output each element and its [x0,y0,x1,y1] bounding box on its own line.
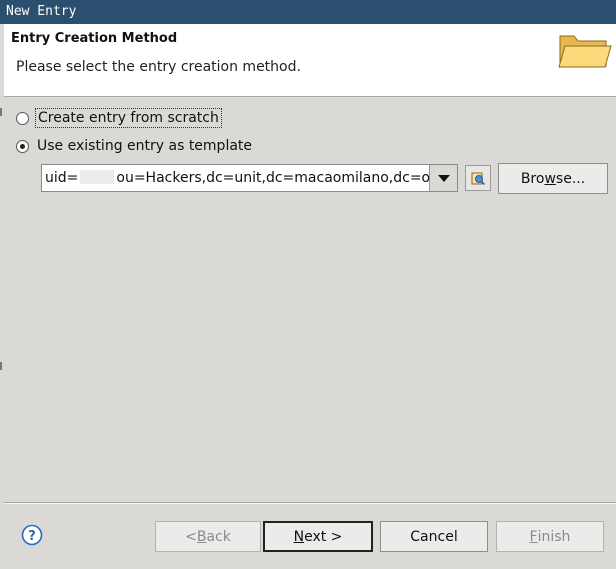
browse-label-mnemonic: w [544,170,556,187]
cancel-label: Cancel [410,528,458,545]
wizard-header: Entry Creation Method Please select the … [4,24,616,97]
back-label-mnemonic: B [196,528,207,545]
svg-text:?: ? [28,529,36,544]
chevron-down-icon [437,174,450,182]
create-from-scratch-radio[interactable] [16,111,29,125]
back-label-post: ack [206,528,231,545]
create-from-scratch-label[interactable]: Create entry from scratch [35,108,222,128]
use-template-label[interactable]: Use existing entry as template [35,137,254,155]
redacted-uid [80,170,115,184]
template-entry-input[interactable]: uid= ou=Hackers,dc=unit,dc=macaomilano,dc… [42,165,429,191]
next-label-mnemonic: N [293,528,305,545]
next-button[interactable]: Next > [263,521,373,552]
finish-button[interactable]: Finish [496,521,604,552]
browse-button[interactable]: Bro w se... [498,163,608,194]
window-title: New Entry [6,4,77,19]
wizard-dialog: Entry Creation Method Please select the … [4,24,616,569]
edge-mark [0,108,2,116]
finish-label-post: inish [537,528,571,545]
next-label-post: ext > [304,528,343,545]
template-dn-prefix: uid= [45,170,79,186]
footer-separator [4,502,616,504]
template-dropdown-button[interactable] [429,165,457,191]
template-entry-combo[interactable]: uid= ou=Hackers,dc=unit,dc=macaomilano,dc… [41,164,458,192]
create-from-scratch-option[interactable]: Create entry from scratch [16,107,222,129]
dn-picker-icon [471,172,486,186]
folder-icon [558,35,612,68]
window-titlebar: New Entry [0,0,616,24]
edge-mark [0,362,2,370]
browse-label-post: se... [555,170,586,187]
page-description: Please select the entry creation method. [16,59,301,75]
page-title: Entry Creation Method [11,31,178,46]
cancel-button[interactable]: Cancel [380,521,488,552]
dn-picker-button[interactable] [465,165,491,191]
finish-label-mnemonic: F [529,528,538,545]
use-template-option[interactable]: Use existing entry as template [16,135,254,157]
back-button[interactable]: < Back [155,521,261,552]
browse-label-pre: Bro [520,170,545,187]
back-label-pre: < [185,528,197,545]
use-template-radio[interactable] [16,139,29,153]
help-icon[interactable]: ? [21,524,43,546]
template-dn-suffix: ou=Hackers,dc=unit,dc=macaomilano,dc=org [116,170,429,186]
